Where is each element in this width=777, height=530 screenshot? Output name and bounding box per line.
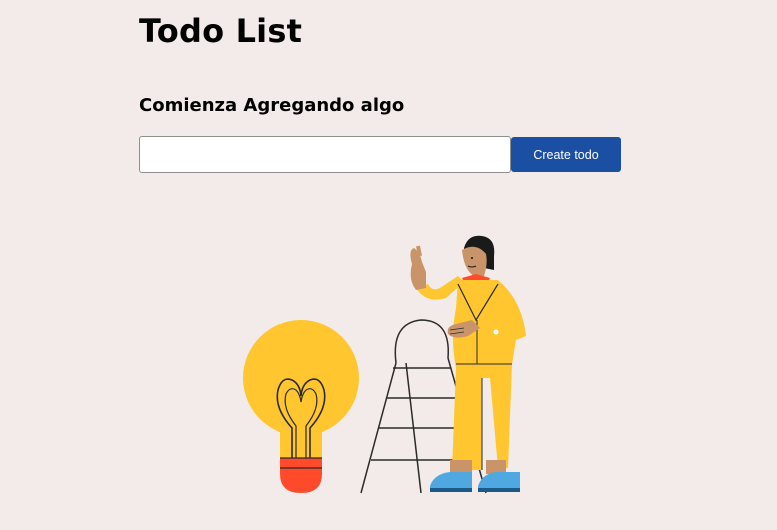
person-figure — [410, 235, 526, 492]
todo-page: Todo List Comienza Agregando algo Create… — [0, 0, 777, 530]
todo-form: Create todo — [139, 136, 621, 173]
todo-input[interactable] — [139, 136, 511, 173]
lightbulb-icon — [243, 320, 359, 493]
idea-illustration — [243, 235, 526, 494]
page-subtitle: Comienza Agregando algo — [139, 95, 405, 116]
page-title: Todo List — [139, 12, 303, 50]
create-todo-button[interactable]: Create todo — [511, 137, 621, 172]
